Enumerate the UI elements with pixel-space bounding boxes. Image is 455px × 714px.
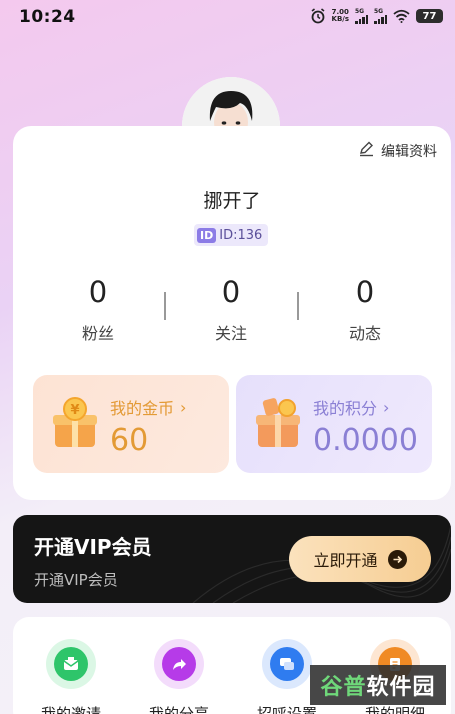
my-points-card[interactable]: 我的积分 › 0.0000 [236,375,432,473]
open-vip-button[interactable]: 立即开通 [289,536,431,582]
net-speed: 7.00 KB/s [332,9,349,23]
status-time: 10:24 [19,7,76,27]
my-coins-title: 我的金币 › [110,395,186,419]
menu-item-label: 我的分享 [148,705,209,714]
signal-icon: 5G [355,8,368,24]
arrow-right-icon [387,549,407,569]
chevron-right-icon: › [383,397,390,417]
nickname: 挪开了 [203,190,261,212]
my-points-value: 0.0000 [313,423,418,458]
chat-icon [262,639,312,689]
stat-value: 0 [355,275,375,309]
chevron-right-icon: › [180,397,187,417]
stat-value: 0 [221,275,241,309]
menu-item-label: 我的邀请 [40,705,101,714]
my-coins-value: 60 [110,423,149,458]
my-points-label: 我的积分 [313,399,378,418]
share-icon [154,639,204,689]
edit-profile-label: 编辑资料 [381,143,437,160]
my-coins-label: 我的金币 [110,399,175,418]
sim2-label: 5G [374,8,384,15]
my-points-title: 我的积分 › [313,395,389,419]
vip-subtitle: 开通VIP会员 [34,571,118,589]
menu-item-label: 招呼设置 [256,705,317,714]
net-speed-unit: KB/s [331,15,349,23]
signal-icon-2: 5G [374,8,387,24]
stat-label: 关注 [214,324,247,343]
menu-item-invite[interactable]: 我的邀请 [26,639,116,714]
alarm-icon [310,8,326,24]
user-id-badge: ID ID:136 [194,224,269,246]
wifi-icon [393,9,410,23]
profile-card: 编辑资料 挪开了 ID ID:136 0 粉丝 0 关注 0 动态 ¥ 我的金币 [13,126,451,500]
watermark-part1: 谷普 [320,675,367,700]
open-vip-label: 立即开通 [313,551,378,570]
id-icon: ID [197,227,217,243]
edit-icon [358,140,375,161]
invite-icon [46,639,96,689]
stat-following[interactable]: 0 关注 [171,276,291,344]
stat-fans[interactable]: 0 粉丝 [38,276,158,344]
edit-profile-button[interactable]: 编辑资料 [358,140,437,161]
battery-icon: 77 [416,9,443,23]
status-bar: 10:24 7.00 KB/s 5G 5G 77 [0,0,455,34]
stat-divider [164,292,166,320]
stat-divider [297,292,299,320]
watermark-part2: 软件园 [366,675,436,700]
stat-posts[interactable]: 0 动态 [305,276,425,344]
vip-banner[interactable]: 开通VIP会员 开通VIP会员 立即开通 [13,515,451,603]
stat-value: 0 [88,275,108,309]
points-gift-icon [250,395,308,453]
watermark: 谷普 软件园 [310,665,446,705]
sim1-label: 5G [355,8,365,15]
svg-text:¥: ¥ [70,403,79,418]
stat-label: 动态 [348,324,381,343]
coin-gift-icon: ¥ [47,395,105,453]
user-id-text: ID:136 [219,227,263,243]
status-icons: 7.00 KB/s 5G 5G 77 [310,8,443,24]
menu-item-share[interactable]: 我的分享 [134,639,224,714]
vip-title: 开通VIP会员 [34,535,152,559]
my-coins-card[interactable]: ¥ 我的金币 › 60 [33,375,229,473]
stat-label: 粉丝 [81,324,114,343]
